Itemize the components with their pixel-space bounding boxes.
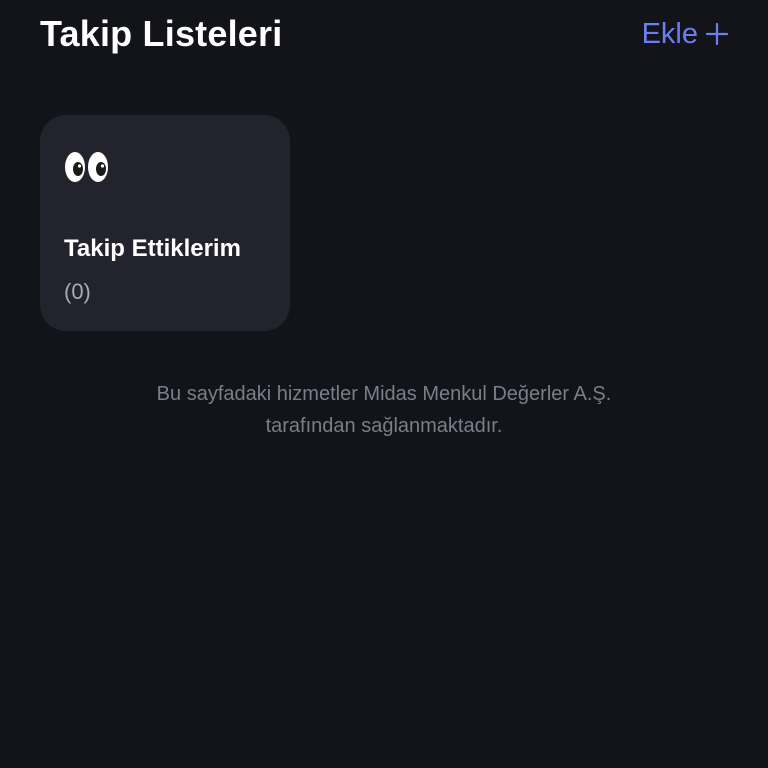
watchlist-card-takip-ettiklerim[interactable]: Takip Ettiklerim (0): [40, 115, 290, 331]
add-button-label: Ekle: [641, 18, 698, 50]
eyes-icon: [65, 152, 108, 182]
watchlist-count: (0): [64, 279, 91, 304]
disclaimer-line-1: Bu sayfadaki hizmetler Midas Menkul Değe…: [156, 383, 612, 405]
disclaimer-line-2: tarafından sağlanmaktadır.: [265, 415, 503, 437]
disclaimer-text: Bu sayfadaki hizmetler Midas Menkul Değe…: [0, 378, 768, 442]
add-watchlist-button[interactable]: Ekle: [642, 14, 728, 54]
plus-icon: [706, 23, 728, 45]
watchlists-screen: Takip Listeleri Ekle Takip Ettiklerim (0…: [0, 0, 768, 768]
watchlist-title: Takip Ettiklerim: [64, 235, 241, 262]
page-title: Takip Listeleri: [40, 13, 283, 54]
